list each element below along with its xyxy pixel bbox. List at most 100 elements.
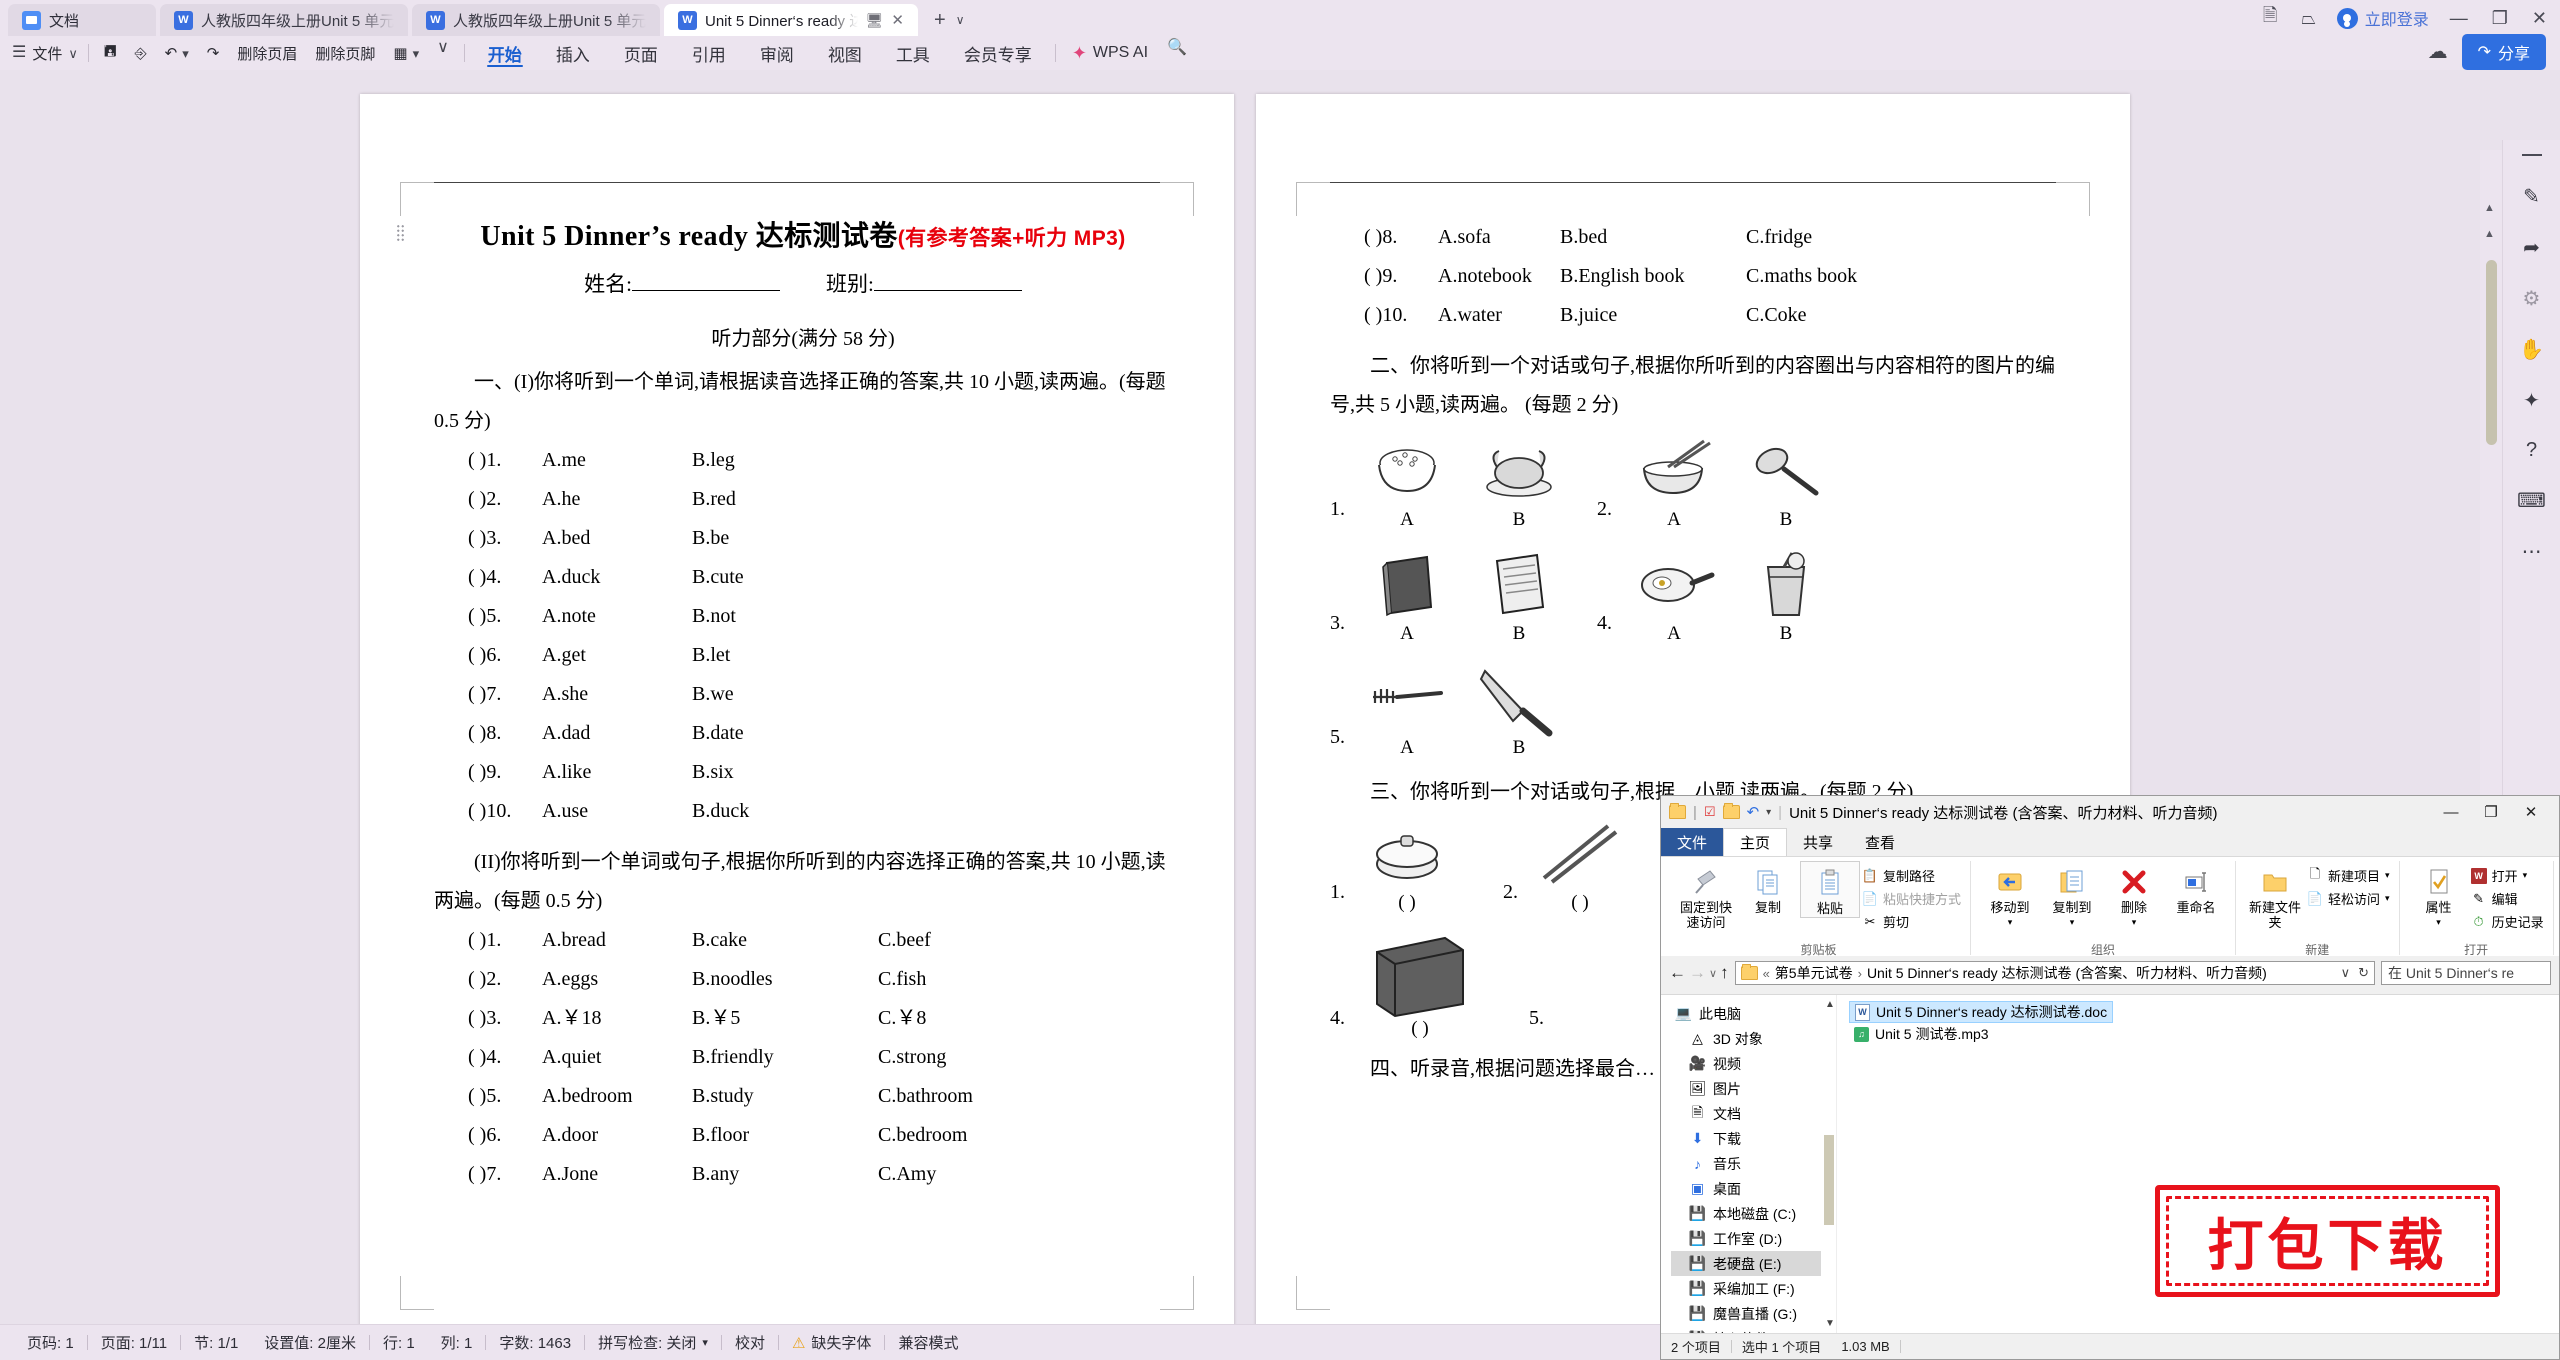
ribbon-tab-reference[interactable]: 引用: [675, 37, 743, 69]
paragraph-handle[interactable]: [396, 224, 405, 242]
delete-footer-button[interactable]: 删除页脚: [306, 40, 384, 66]
status-word-count[interactable]: 字数: 1463: [486, 1332, 584, 1353]
tab-close-icon[interactable]: ✕: [891, 11, 904, 29]
navigation-pane[interactable]: 💻 此电脑 ◬ 3D 对象 🎥 视频 🖼 图片 🗎 文档 ⬇ 下载 ♪ 音乐 ▣…: [1661, 995, 1836, 1333]
pin-to-quick-access-button[interactable]: 固定到快速访问: [1676, 861, 1736, 931]
breadcrumb-item[interactable]: 第5单元试卷: [1775, 963, 1853, 983]
refresh-icon[interactable]: ↻: [2358, 965, 2369, 981]
properties-icon[interactable]: ☑: [1704, 804, 1716, 820]
paste-button[interactable]: 粘贴: [1800, 861, 1860, 918]
nav-item-3d-objects[interactable]: ◬ 3D 对象: [1671, 1026, 1836, 1051]
search-input[interactable]: 在 Unit 5 Dinner‘s re: [2381, 961, 2551, 985]
cursor-select-icon[interactable]: ➦: [2523, 235, 2540, 260]
undo-icon[interactable]: ↶: [1747, 803, 1760, 821]
delete-header-button[interactable]: 删除页眉: [228, 40, 306, 66]
qat-chevron-icon[interactable]: ▾: [1766, 807, 1771, 818]
nav-item-drive-g[interactable]: 💾 魔兽直播 (G:): [1671, 1301, 1836, 1326]
magic-wand-icon[interactable]: ✦: [2523, 388, 2540, 413]
new-folder-icon[interactable]: [1722, 803, 1740, 819]
file-menu-button[interactable]: ☰ 文件 ∨: [10, 43, 82, 64]
nav-item-music[interactable]: ♪ 音乐: [1671, 1151, 1836, 1176]
scroll-down-icon[interactable]: ▼: [1825, 1318, 1835, 1329]
ribbon-tab-tools[interactable]: 工具: [879, 37, 947, 69]
new-folder-button[interactable]: 新建文件夹: [2245, 861, 2305, 931]
help-circle-icon[interactable]: ?: [2526, 439, 2537, 462]
forward-button[interactable]: →: [1689, 963, 1706, 983]
scroll-top-icon[interactable]: ▲: [2484, 202, 2495, 214]
chevron-down-icon[interactable]: ▾: [2523, 870, 2528, 881]
chevron-down-icon[interactable]: ▾: [2385, 893, 2390, 904]
easy-access-button[interactable]: 📄 轻松访问 ▾: [2307, 889, 2390, 908]
rename-button[interactable]: 重命名: [2166, 861, 2226, 916]
nav-item-this-pc[interactable]: 💻 此电脑: [1671, 1001, 1836, 1026]
nav-item-documents[interactable]: 🗎 文档: [1671, 1101, 1836, 1126]
cube-3d-icon[interactable]: ⏢: [2298, 8, 2318, 29]
new-item-button[interactable]: 🗋 新建项目 ▾: [2307, 866, 2390, 885]
status-spellcheck[interactable]: 拼写检查: 关闭 ▾: [585, 1332, 721, 1353]
nav-item-drive-e[interactable]: 💾 老硬盘 (E:): [1671, 1251, 1836, 1276]
new-tab-button[interactable]: +: [934, 9, 946, 32]
overflow-chevron-icon[interactable]: ∨: [428, 40, 458, 66]
ribbon-tab-start[interactable]: 开始: [471, 37, 539, 69]
chevron-down-icon[interactable]: ▾: [2436, 917, 2441, 927]
scrollbar-thumb[interactable]: [1824, 1135, 1834, 1225]
scrollbar-thumb[interactable]: [2486, 260, 2497, 445]
cut-button[interactable]: ✂ 剪切: [1862, 912, 1961, 931]
chevron-down-icon[interactable]: ▾: [2385, 870, 2390, 881]
history-button[interactable]: ⏱ 历史记录: [2471, 912, 2543, 931]
nav-item-drive-d[interactable]: 💾 工作室 (D:): [1671, 1226, 1836, 1251]
cloud-upload-icon[interactable]: ☁: [2428, 42, 2448, 62]
tab-doc-1[interactable]: W 人教版四年级上册Unit 5 单元质量调研: [160, 4, 408, 36]
tab-present-icon[interactable]: 🖥: [866, 12, 884, 29]
status-proofread[interactable]: 校对: [722, 1332, 778, 1353]
print-preview-icon[interactable]: ⎆: [126, 40, 156, 66]
copy-button[interactable]: 复制: [1738, 861, 1798, 916]
status-missing-font[interactable]: ⚠ 缺失字体: [779, 1332, 884, 1353]
up-button[interactable]: ↑: [1720, 963, 1729, 983]
tab-documents-home[interactable]: 文档: [8, 4, 156, 36]
explorer-tab-view[interactable]: 查看: [1849, 828, 1911, 856]
nav-pane-scrollbar[interactable]: ▲ ▼: [1821, 995, 1836, 1333]
answer-blank[interactable]: ( ): [1571, 892, 1588, 914]
split-window-icon[interactable]: 🗎: [2260, 3, 2280, 33]
class-blank[interactable]: [873, 290, 1022, 291]
breadcrumb-root[interactable]: «: [1763, 966, 1770, 981]
copy-to-button[interactable]: 复制到 ▾: [2042, 861, 2102, 927]
nav-item-pictures[interactable]: 🖼 图片: [1671, 1076, 1836, 1101]
pen-icon[interactable]: ✎: [2523, 184, 2540, 209]
explorer-close[interactable]: ✕: [2511, 797, 2551, 827]
restore-button[interactable]: ❐: [2489, 8, 2511, 29]
tab-doc-2[interactable]: W 人教版四年级上册Unit 5 单元质量调研: [412, 4, 660, 36]
nav-item-drive-f[interactable]: 💾 采编加工 (F:): [1671, 1276, 1836, 1301]
edit-button[interactable]: ✎ 编辑: [2471, 889, 2544, 908]
login-button[interactable]: 立即登录: [2336, 6, 2429, 30]
chevron-down-icon[interactable]: ▾: [2132, 917, 2137, 927]
redo-icon[interactable]: ↷: [198, 40, 229, 66]
nav-item-desktop[interactable]: ▣ 桌面: [1671, 1176, 1836, 1201]
answer-blank[interactable]: ( ): [1411, 1018, 1428, 1040]
delete-button[interactable]: 删除 ▾: [2104, 861, 2164, 927]
recent-locations-chevron-icon[interactable]: ∨: [1709, 967, 1717, 980]
close-button[interactable]: ✕: [2529, 8, 2550, 29]
breadcrumb-item[interactable]: Unit 5 Dinner‘s ready 达标测试卷 (含答案、听力材料、听力…: [1867, 963, 2267, 983]
list-item[interactable]: W Unit 5 Dinner‘s ready 达标测试卷.doc: [1849, 1001, 2114, 1023]
move-to-button[interactable]: 移动到 ▾: [1980, 861, 2040, 927]
ribbon-tab-view[interactable]: 视图: [811, 37, 879, 69]
save-icon[interactable]: 🖪: [95, 40, 126, 66]
tab-doc-3-active[interactable]: W Unit 5 Dinner‘s ready 达标 🖥 ✕: [664, 4, 918, 36]
minimize-button[interactable]: —: [2447, 8, 2471, 29]
copy-path-button[interactable]: 📋 复制路径: [1862, 866, 1961, 885]
ribbon-tab-insert[interactable]: 插入: [539, 37, 607, 69]
nav-item-drive-j[interactable]: 💾 核心软件 (J:): [1671, 1326, 1836, 1333]
scroll-up-icon[interactable]: ▲: [1825, 999, 1835, 1010]
highlight-color-icon[interactable]: ▦ ▾: [384, 40, 428, 66]
open-with-wps-button[interactable]: W 打开 ▾: [2470, 866, 2544, 885]
share-button[interactable]: ↷ 分享: [2461, 34, 2546, 70]
properties-button[interactable]: 属性 ▾: [2409, 861, 2469, 927]
breadcrumb-dropdown-icon[interactable]: ∨: [2341, 965, 2351, 981]
explorer-tab-file[interactable]: 文件: [1661, 828, 1724, 856]
more-dots-icon[interactable]: ⋯: [2522, 539, 2542, 564]
explorer-tab-home[interactable]: 主页: [1723, 828, 1788, 856]
back-button[interactable]: ←: [1669, 963, 1686, 983]
undo-icon[interactable]: ↶ ▾: [156, 40, 198, 66]
